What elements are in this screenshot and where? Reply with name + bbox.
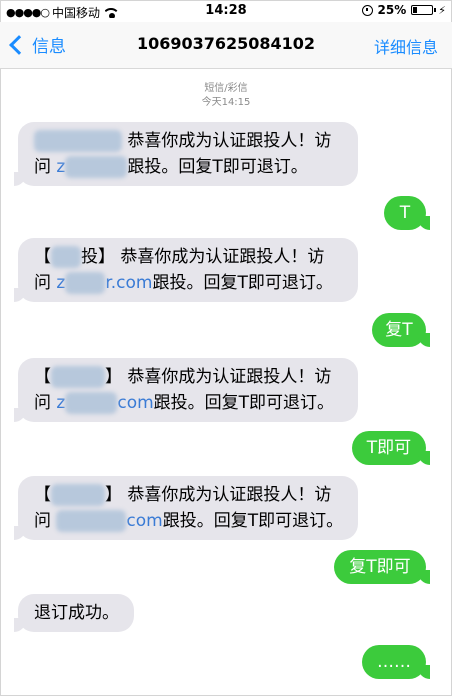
message-text: 【	[34, 367, 51, 387]
message-link[interactable]: com	[117, 393, 153, 413]
redacted-link	[65, 392, 118, 414]
outgoing-message[interactable]: 复T	[372, 313, 430, 347]
message-text: 问	[34, 511, 51, 531]
message-text: 复T即可	[349, 557, 411, 577]
message-text: 恭喜你成为认证跟投人！访	[120, 247, 325, 267]
message-text: 投】	[81, 247, 115, 267]
redacted-sender	[51, 484, 105, 506]
message-line: 【 投】 恭喜你成为认证跟投人！访	[34, 244, 346, 270]
outgoing-message[interactable]: ……	[362, 645, 430, 679]
message-text: 恭喜你成为认证跟投人！访	[127, 367, 332, 387]
message-text: 】	[105, 485, 122, 505]
incoming-message[interactable]: 【 】 恭喜你成为认证跟投人！访 问 com跟投。回复T即可退订。	[14, 476, 358, 540]
incoming-message[interactable]: 恭喜你成为认证跟投人！访 问 z 跟投。回复T即可退订。	[14, 122, 358, 186]
redacted-sender	[51, 246, 81, 268]
message-text: 问	[34, 157, 51, 177]
redacted-sender	[34, 130, 122, 152]
message-text: 】	[105, 367, 122, 387]
outgoing-message[interactable]: T	[384, 196, 430, 230]
message-line: 问 z 跟投。回复T即可退订。	[34, 154, 346, 180]
incoming-message[interactable]: 退订成功。	[14, 594, 134, 632]
message-text: 问	[34, 273, 51, 293]
message-link[interactable]: z	[56, 157, 65, 177]
outgoing-message[interactable]: 复T即可	[334, 550, 430, 584]
message-line: 问 z com跟投。回复T即可退订。	[34, 390, 346, 416]
battery-level	[413, 7, 418, 13]
message-text: ……	[377, 652, 411, 672]
message-text: 跟投。回复T即可退订。	[152, 273, 333, 293]
message-link[interactable]: z	[56, 273, 65, 293]
redacted-link	[56, 510, 127, 532]
redacted-sender	[51, 366, 105, 388]
message-type-label: 短信/彩信	[204, 83, 248, 94]
battery-icon	[411, 5, 437, 15]
message-timestamp: 今天14:15	[201, 97, 251, 108]
message-text: 跟投。回复T即可退订。	[127, 157, 308, 177]
incoming-message[interactable]: 【 】 恭喜你成为认证跟投人！访 问 z com跟投。回复T即可退订。	[14, 358, 358, 422]
message-line: 问 com跟投。回复T即可退订。	[34, 508, 346, 534]
message-link[interactable]: z	[56, 393, 65, 413]
status-bar: ●●●●○ 中国移动 14:28 25% ⚡	[0, 0, 452, 22]
message-text: 问	[34, 393, 51, 413]
status-right: 25% ⚡	[361, 3, 446, 17]
message-text: 【	[34, 485, 51, 505]
message-line: 问 z r.com跟投。回复T即可退订。	[34, 270, 346, 296]
incoming-message[interactable]: 【 投】 恭喜你成为认证跟投人！访 问 z r.com跟投。回复T即可退订。	[14, 238, 358, 302]
message-link[interactable]: com	[126, 511, 162, 531]
message-text: T	[399, 203, 411, 223]
message-link[interactable]: r.com	[105, 273, 152, 293]
message-line: 恭喜你成为认证跟投人！访	[34, 128, 346, 154]
message-text: 跟投。回复T即可退订。	[153, 393, 335, 413]
outgoing-message[interactable]: T即可	[352, 431, 430, 465]
rotation-lock-icon	[361, 4, 373, 16]
message-line: 【 】 恭喜你成为认证跟投人！访	[34, 364, 346, 390]
charging-icon: ⚡	[438, 3, 446, 17]
message-text: 恭喜你成为认证跟投人！访	[127, 485, 332, 505]
message-text: 跟投。回复T即可退订。	[162, 511, 344, 531]
redacted-link	[65, 156, 128, 178]
message-text: 复T	[385, 320, 413, 340]
nav-bar: 信息 1069037625084102 详细信息	[0, 22, 452, 69]
details-button[interactable]: 详细信息	[374, 34, 438, 58]
message-text: 【	[34, 247, 51, 267]
message-text: 退订成功。	[34, 603, 119, 623]
message-text: T即可	[366, 438, 412, 458]
message-line: 【 】 恭喜你成为认证跟投人！访	[34, 482, 346, 508]
battery-percent: 25%	[377, 3, 407, 17]
redacted-link	[65, 272, 106, 294]
message-text: 恭喜你成为认证跟投人！访	[127, 131, 332, 151]
